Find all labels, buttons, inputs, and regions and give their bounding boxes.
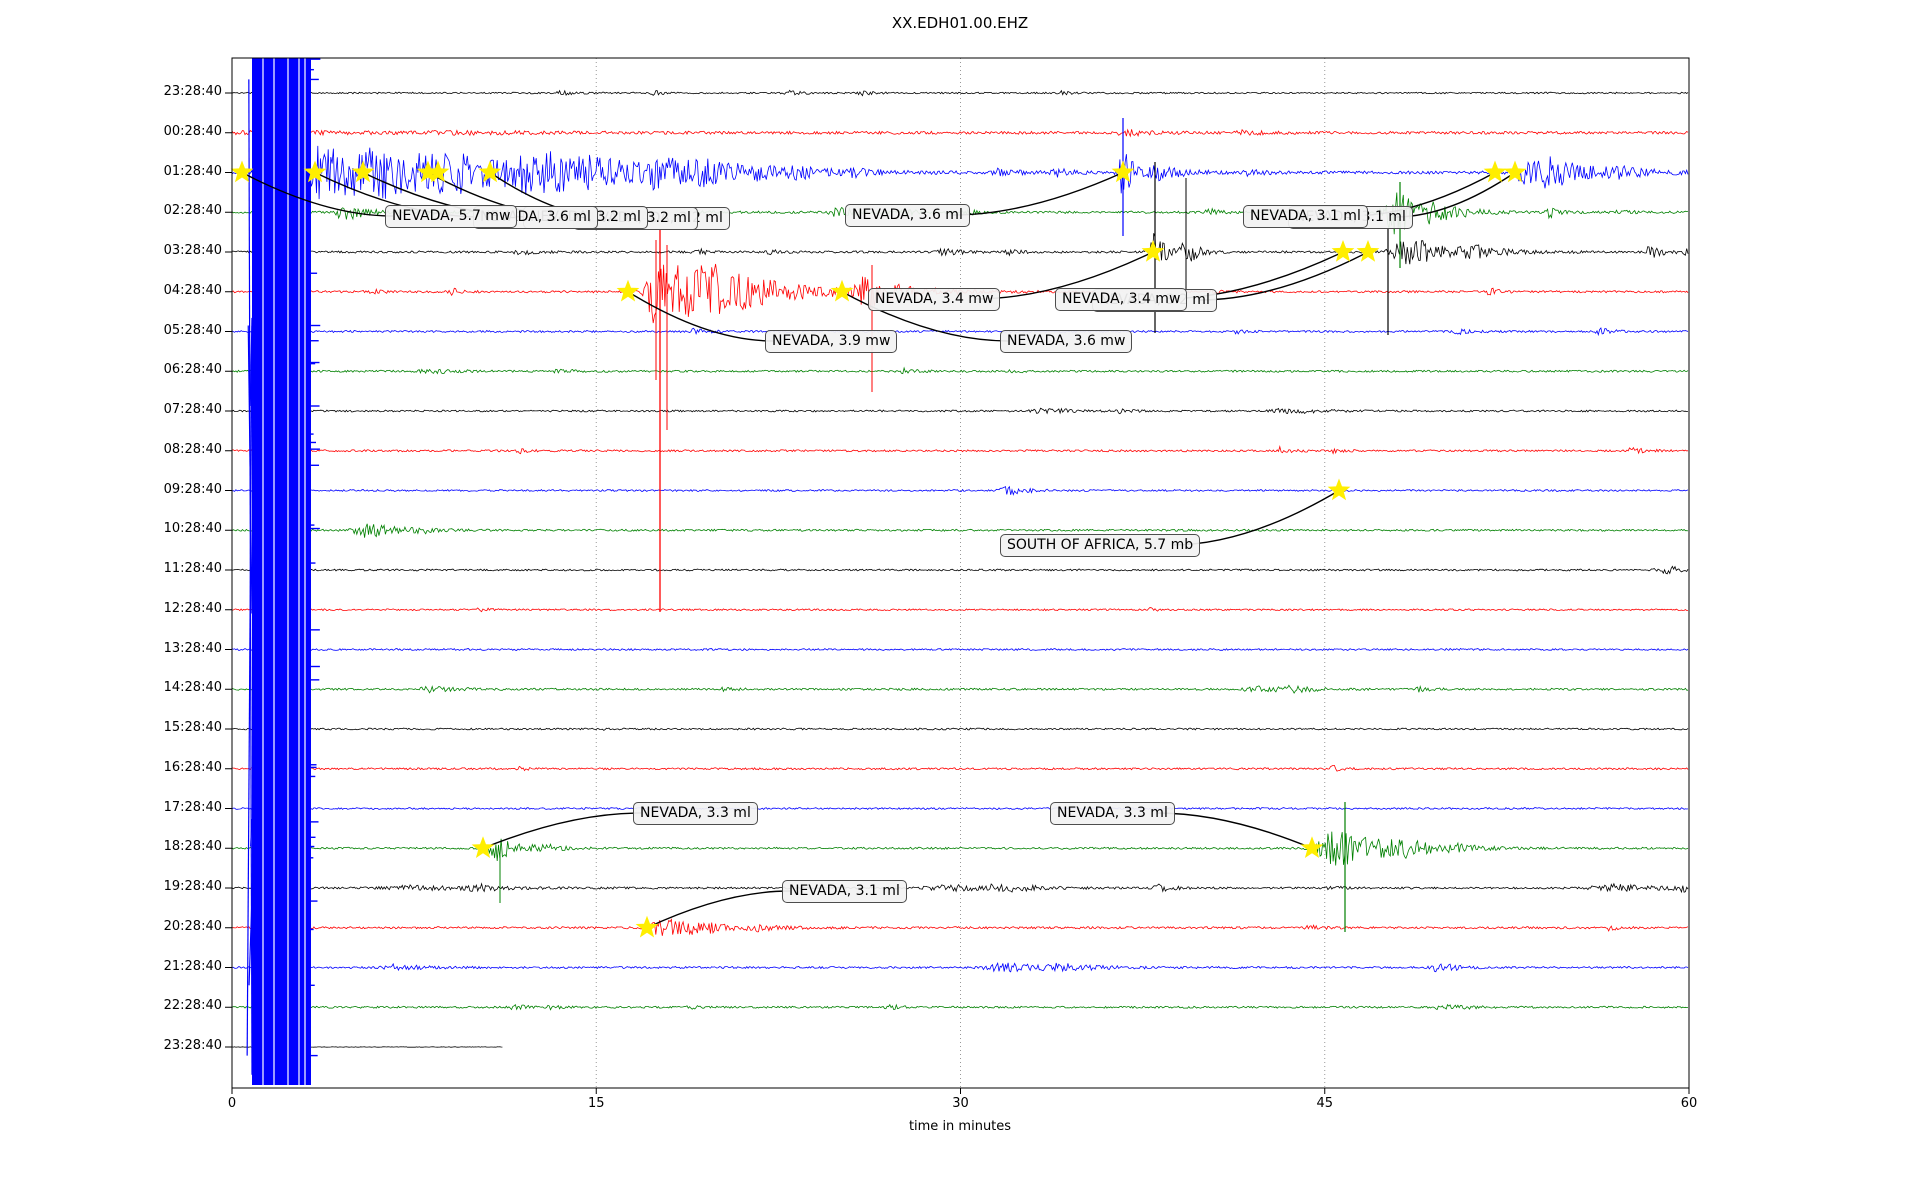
event-label: NEVADA, 3.4 mw bbox=[1055, 288, 1187, 311]
event-star bbox=[427, 161, 450, 183]
time-label: 03:28:40 bbox=[62, 243, 222, 258]
time-label: 17:28:40 bbox=[62, 800, 222, 815]
trace-row bbox=[232, 1005, 1688, 1010]
time-label: 16:28:40 bbox=[62, 760, 222, 775]
event-star bbox=[231, 161, 254, 183]
leader-line bbox=[952, 173, 1123, 216]
event-label: NEVADA, 3.3 ml bbox=[1050, 802, 1175, 825]
x-axis-title: time in minutes bbox=[760, 1119, 1160, 1134]
event-label: NEVADA, 3.1 ml bbox=[1243, 205, 1368, 228]
time-label: 05:28:40 bbox=[62, 323, 222, 338]
time-label: 10:28:40 bbox=[62, 521, 222, 536]
event-label: NEVADA, 3.6 mw bbox=[1000, 330, 1132, 353]
event-star bbox=[472, 836, 495, 858]
x-tick-label: 30 bbox=[921, 1096, 1001, 1111]
time-label: 04:28:40 bbox=[62, 283, 222, 298]
trace-row bbox=[232, 832, 1688, 866]
event-star bbox=[1332, 240, 1355, 262]
trace-row bbox=[232, 328, 1688, 335]
time-label: 13:28:40 bbox=[62, 641, 222, 656]
time-label: 06:28:40 bbox=[62, 362, 222, 377]
x-tick-label: 60 bbox=[1649, 1096, 1729, 1111]
event-star bbox=[636, 916, 659, 938]
trace-row bbox=[232, 808, 1688, 810]
event-label: NEVADA, 3.3 ml bbox=[633, 802, 758, 825]
event-star bbox=[617, 280, 640, 302]
trace-row bbox=[232, 566, 1688, 573]
time-label: 08:28:40 bbox=[62, 442, 222, 457]
time-label: 02:28:40 bbox=[62, 203, 222, 218]
helicorder-window: XX.EDH01.00.EHZ 23:28:4000:28:4001:28:40… bbox=[0, 0, 1920, 1200]
x-tick-label: 45 bbox=[1285, 1096, 1365, 1111]
time-label: 12:28:40 bbox=[62, 601, 222, 616]
time-label: 15:28:40 bbox=[62, 720, 222, 735]
time-label: 23:28:40 bbox=[62, 84, 222, 99]
trace-row bbox=[232, 919, 1688, 935]
trace-row bbox=[232, 524, 1688, 538]
time-label: 18:28:40 bbox=[62, 839, 222, 854]
event-label: NEVADA, 3.9 mw bbox=[765, 330, 897, 353]
trace-row bbox=[232, 447, 1688, 454]
saturated-band bbox=[252, 58, 311, 1085]
time-label: 07:28:40 bbox=[62, 402, 222, 417]
event-label: SOUTH OF AFRICA, 5.7 mb bbox=[1000, 534, 1200, 557]
trace-row bbox=[232, 146, 1688, 199]
event-label: NEVADA, 5.7 mw bbox=[385, 205, 517, 228]
helicorder-plot bbox=[0, 0, 1920, 1200]
time-label: 14:28:40 bbox=[62, 680, 222, 695]
time-label: 21:28:40 bbox=[62, 959, 222, 974]
x-tick-label: 0 bbox=[192, 1096, 272, 1111]
time-label: 23:28:40 bbox=[62, 1038, 222, 1053]
event-star bbox=[1504, 161, 1527, 183]
time-label: 20:28:40 bbox=[62, 919, 222, 934]
time-label: 11:28:40 bbox=[62, 561, 222, 576]
event-label: NEVADA, 3.4 mw bbox=[868, 288, 1000, 311]
time-label: 19:28:40 bbox=[62, 879, 222, 894]
trace-row bbox=[232, 233, 1688, 264]
trace-row bbox=[232, 648, 1688, 650]
time-label: 22:28:40 bbox=[62, 998, 222, 1013]
event-star bbox=[831, 280, 854, 302]
event-label: NEVADA, 3.6 ml bbox=[845, 204, 970, 227]
event-label: NEVADA, 3.1 ml bbox=[782, 880, 907, 903]
event-star bbox=[1484, 161, 1507, 183]
event-star bbox=[1357, 240, 1380, 262]
time-label: 00:28:40 bbox=[62, 124, 222, 139]
leader-line bbox=[483, 813, 641, 848]
event-star bbox=[1328, 479, 1351, 501]
x-tick-label: 15 bbox=[556, 1096, 636, 1111]
leader-line bbox=[1157, 813, 1312, 848]
time-label: 09:28:40 bbox=[62, 482, 222, 497]
time-label: 01:28:40 bbox=[62, 164, 222, 179]
